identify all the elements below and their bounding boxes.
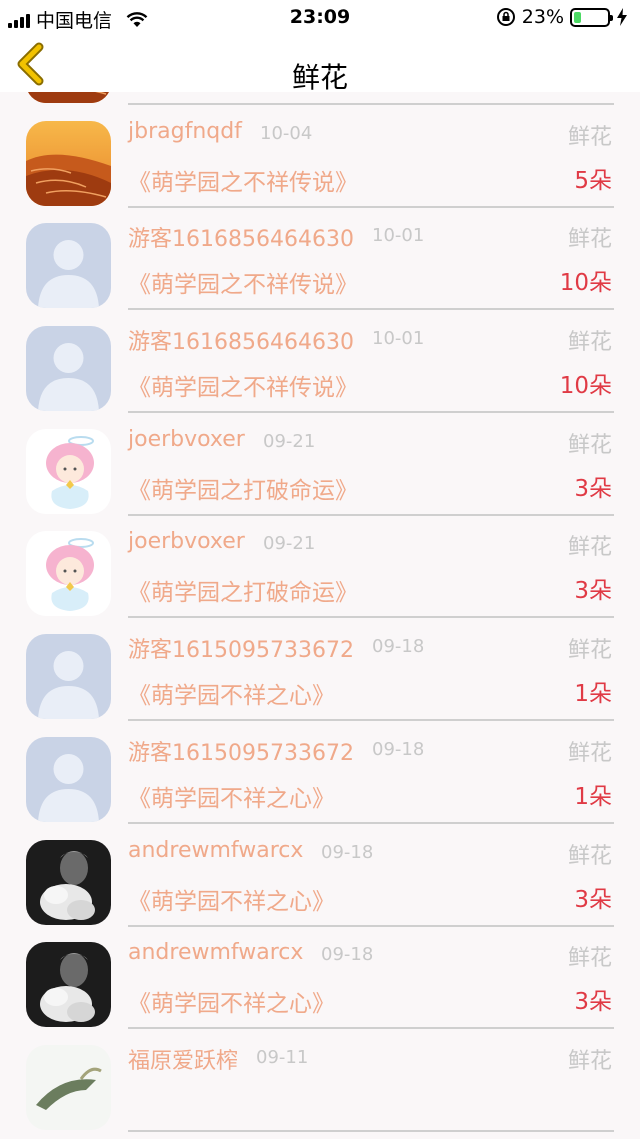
username[interactable]: joerbvoxer [128,427,245,452]
rotation-lock-icon [496,8,515,26]
record-row[interactable]: joerbvoxer 09-21 鲜花 《萌学园之打破命运》 3朵 [0,507,640,619]
book-title[interactable]: 《萌学园不祥之心》 [128,779,335,813]
record-date: 10-04 [260,122,313,144]
user-avatar[interactable] [26,634,111,720]
flower-count: 10朵 [559,373,612,400]
record-row[interactable]: andrewmfwarcx 09-18 鲜花 《萌学园不祥之心》 3朵 [0,918,640,1030]
gift-type-label: 鲜花 [567,227,612,253]
book-title[interactable]: 《萌学园之打破命运》 [128,471,358,505]
user-avatar[interactable] [26,531,111,617]
username[interactable]: 游客1615095733672 [128,735,354,767]
book-title[interactable]: 《萌学园之不祥传说》 [128,368,358,402]
user-avatar[interactable] [26,942,111,1028]
record-date: 10-01 [372,328,425,350]
book-title[interactable]: 《萌学园不祥之心》 [128,676,335,710]
record-date: 09-18 [372,738,425,760]
user-avatar[interactable] [26,223,111,309]
flower-count: 1朵 [574,783,612,810]
page-title: 鲜花 [291,61,348,94]
record-row[interactable]: joerbvoxer 09-21 鲜花 《萌学园之打破命运》 3朵 [0,405,640,516]
username[interactable]: 游客1615095733672 [128,632,354,664]
gift-type-label: 鲜花 [567,124,612,150]
battery-fill [574,11,582,23]
user-avatar[interactable] [26,736,111,822]
record-date: 09-18 [321,944,374,966]
user-avatar[interactable] [26,428,111,514]
record-date: 09-21 [263,533,316,555]
username[interactable]: 游客1616856464630 [128,221,354,253]
gift-type-label: 鲜花 [567,535,612,561]
user-avatar[interactable] [26,1044,111,1130]
record-row[interactable]: andrewmfwarcx 09-18 鲜花 《萌学园不祥之心》 3朵 [0,816,640,927]
user-avatar[interactable] [26,839,111,925]
user-avatar[interactable] [26,120,111,206]
record-row[interactable]: 游客1615095733672 09-18 鲜花 《萌学园不祥之心》 1朵 [0,610,640,722]
flower-count: 1朵 [574,681,612,708]
battery-icon [570,7,613,27]
book-title[interactable]: 《萌学园之打破命运》 [128,573,358,607]
user-avatar[interactable] [26,326,111,412]
gift-type-label: 鲜花 [567,432,612,458]
flower-record-list-content: jbragfnqdf 10-04 鲜花 《萌学园之不祥传说》 5朵 jbragf… [0,92,640,1132]
username[interactable]: andrewmfwarcx [128,940,303,965]
username[interactable]: 福原爱跃榨 [128,1043,238,1075]
charging-bolt-icon [617,8,627,26]
record-row[interactable]: 福原爱跃榨 09-11 鲜花 [0,1021,640,1132]
row-divider [128,1129,614,1132]
record-row[interactable]: 游客1616856464630 10-01 鲜花 《萌学园之不祥传说》 10朵 [0,302,640,414]
flower-count: 3朵 [574,886,612,913]
gift-type-label: 鲜花 [567,1048,612,1074]
gift-type-label: 鲜花 [567,946,612,972]
username[interactable]: andrewmfwarcx [128,838,303,863]
record-row[interactable]: jbragfnqdf 10-04 鲜花 《萌学园之不祥传说》 5朵 [0,97,640,208]
status-right: 23% [496,6,628,28]
username[interactable]: jbragfnqdf [128,119,242,144]
record-date: 09-11 [256,1046,309,1068]
flower-count: 3朵 [574,989,612,1016]
record-date: 10-01 [372,225,425,247]
flower-count: 10朵 [559,270,612,297]
book-title[interactable]: 《萌学园不祥之心》 [128,984,335,1018]
record-date: 09-18 [321,841,374,863]
gift-type-label: 鲜花 [567,843,612,869]
gift-type-label: 鲜花 [567,740,612,766]
navigation-bar: 鲜花 [0,36,640,94]
battery-percent: 23% [521,6,564,28]
username[interactable]: joerbvoxer [128,529,245,554]
flower-count: 3朵 [574,578,612,605]
username[interactable]: 游客1616856464630 [128,324,354,356]
record-row[interactable]: 游客1616856464630 10-01 鲜花 《萌学园之不祥传说》 10朵 [0,199,640,311]
flower-count: 3朵 [574,475,612,502]
book-title[interactable]: 《萌学园之不祥传说》 [128,265,358,299]
gift-type-label: 鲜花 [567,330,612,356]
record-row[interactable]: 游客1615095733672 09-18 鲜花 《萌学园不祥之心》 1朵 [0,713,640,824]
gift-type-label: 鲜花 [567,638,612,664]
record-date: 09-18 [372,636,425,658]
status-bar: 中国电信 23:09 23% [0,0,640,36]
book-title[interactable]: 《萌学园之不祥传说》 [128,163,358,197]
book-title[interactable]: 《萌学园不祥之心》 [128,882,335,916]
flower-record-list[interactable]: jbragfnqdf 10-04 鲜花 《萌学园之不祥传说》 5朵 jbragf… [0,92,640,1139]
flower-count: 5朵 [574,167,612,194]
record-date: 09-21 [263,430,316,452]
